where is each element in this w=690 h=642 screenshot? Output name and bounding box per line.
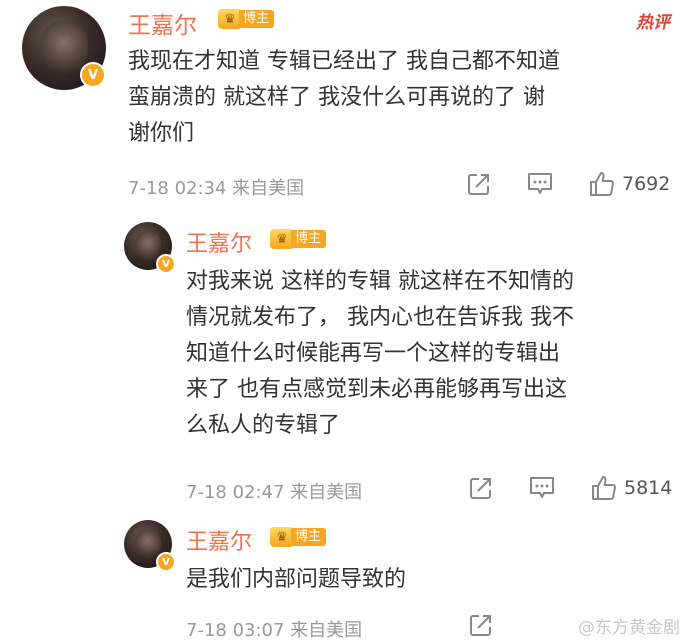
comment-line: 对我来说 这样的专辑 就这样在不知情的: [186, 269, 574, 294]
comment-actions: 7692: [466, 170, 670, 198]
thumbs-up-icon[interactable]: [588, 170, 616, 198]
avatar[interactable]: V: [22, 6, 106, 90]
avatar-face: [40, 21, 88, 75]
username[interactable]: 王嘉尔: [186, 226, 252, 258]
badge-label: 博主: [291, 528, 327, 546]
blogger-badge: ♛ 博主: [270, 229, 327, 249]
comment-actions: [468, 612, 494, 638]
username[interactable]: 王嘉尔: [128, 6, 197, 40]
blogger-badge: ♛ 博主: [218, 9, 275, 29]
comment-text: 对我来说 这样的专辑 就这样在不知情的 情况就发布了， 我内心也在告诉我 我不 …: [186, 264, 686, 444]
like-count: 7692: [622, 173, 671, 195]
hot-comment-tag: 热评: [636, 13, 670, 33]
share-icon[interactable]: [466, 171, 492, 197]
blogger-badge: ♛ 博主: [270, 527, 327, 547]
comment-meta: 7-18 03:07 来自美国: [186, 620, 363, 641]
verified-v-icon: V: [156, 254, 176, 274]
comment-line: 谢你们: [128, 121, 195, 146]
avatar[interactable]: V: [124, 222, 176, 274]
comment-meta: 7-18 02:47 来自美国: [186, 482, 363, 503]
badge-label: 博主: [291, 230, 327, 248]
comment-meta: 7-18 02:34 来自美国: [128, 178, 305, 199]
thumbs-up-icon[interactable]: [590, 474, 618, 502]
verified-v-icon: V: [80, 62, 106, 88]
badge-label: 博主: [239, 10, 275, 28]
share-icon[interactable]: [468, 612, 494, 638]
comment-line: 蛮崩溃的 就这样了 我没什么可再说的了 谢: [128, 85, 545, 110]
verified-v-icon: V: [156, 552, 176, 572]
comment-line: 是我们内部问题导致的: [186, 567, 407, 592]
comment-line: 情况就发布了， 我内心也在告诉我 我不: [186, 305, 574, 330]
watermark: @东方黄金剧: [578, 618, 680, 638]
comment-text: 是我们内部问题导致的: [186, 562, 686, 598]
comment-line: 知道什么时候能再写一个这样的专辑出: [186, 341, 561, 366]
share-icon[interactable]: [468, 475, 494, 501]
username[interactable]: 王嘉尔: [186, 524, 252, 556]
comment-line: 么私人的专辑了: [186, 413, 341, 438]
comment-actions: 5814: [468, 474, 672, 502]
like-count: 5814: [624, 477, 673, 499]
comment-line: 我现在才知道 专辑已经出了 我自己都不知道: [128, 49, 560, 74]
avatar[interactable]: V: [124, 520, 176, 572]
comment-line: 来了 也有点感觉到未必再能够再写出这: [186, 377, 567, 402]
comment-text: 我现在才知道 专辑已经出了 我自己都不知道 蛮崩溃的 就这样了 我没什么可再说的…: [128, 44, 688, 152]
comment-icon[interactable]: [526, 171, 554, 197]
weibo-comment-thread: 热评 V 王嘉尔 ♛ 博主 我现在才知道 专辑已经出了 我自己都不知道 蛮崩溃的…: [0, 0, 690, 642]
comment-icon[interactable]: [528, 475, 556, 501]
